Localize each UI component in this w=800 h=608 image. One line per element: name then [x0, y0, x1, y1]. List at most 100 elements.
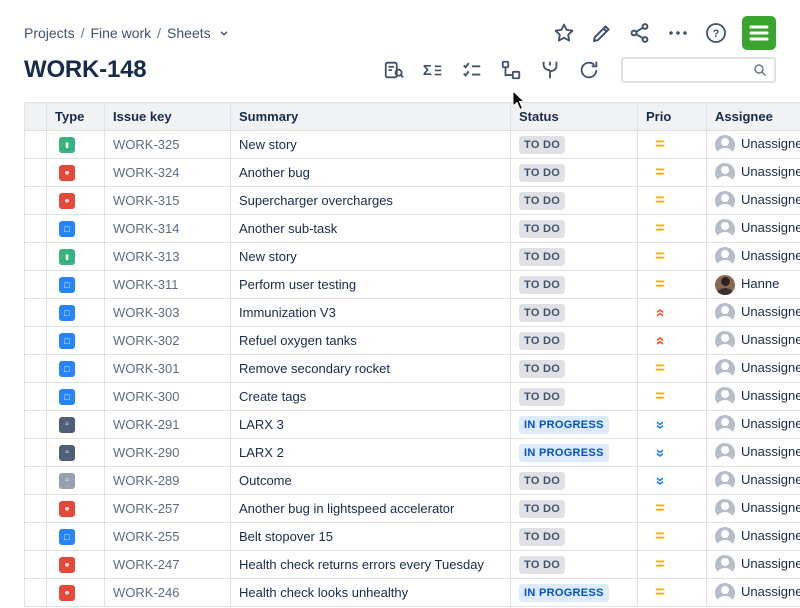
priority-icon[interactable]: [652, 193, 668, 209]
issue-key[interactable]: WORK-325: [105, 131, 231, 159]
status-badge[interactable]: TO DO: [519, 276, 565, 294]
issue-key[interactable]: WORK-313: [105, 243, 231, 271]
issue-key[interactable]: WORK-255: [105, 523, 231, 551]
help-icon[interactable]: ?: [704, 21, 728, 45]
issue-key[interactable]: WORK-324: [105, 159, 231, 187]
priority-icon[interactable]: [652, 137, 668, 153]
issue-key[interactable]: WORK-303: [105, 299, 231, 327]
table-row[interactable]: WORK-315 Supercharger overcharges TO DO …: [25, 187, 800, 215]
issue-key[interactable]: WORK-291: [105, 411, 231, 439]
refresh-icon[interactable]: [578, 59, 600, 81]
table-row[interactable]: WORK-301 Remove secondary rocket TO DO U…: [25, 355, 800, 383]
issue-key[interactable]: WORK-311: [105, 271, 231, 299]
issue-summary[interactable]: Health check looks unhealthy: [231, 579, 511, 607]
status-badge[interactable]: TO DO: [519, 304, 565, 322]
issue-summary[interactable]: LARX 3: [231, 411, 511, 439]
priority-icon[interactable]: [652, 585, 668, 601]
priority-icon[interactable]: [652, 165, 668, 181]
status-badge[interactable]: IN PROGRESS: [519, 444, 609, 462]
table-row[interactable]: WORK-291 LARX 3 IN PROGRESS Unassigned: [25, 411, 800, 439]
priority-icon[interactable]: [652, 445, 668, 461]
chevron-down-icon[interactable]: [217, 26, 231, 40]
priority-icon[interactable]: [652, 417, 668, 433]
status-badge[interactable]: TO DO: [519, 192, 565, 210]
issue-summary[interactable]: Refuel oxygen tanks: [231, 327, 511, 355]
priority-icon[interactable]: [652, 557, 668, 573]
status-badge[interactable]: TO DO: [519, 500, 565, 518]
issue-summary[interactable]: Belt stopover 15: [231, 523, 511, 551]
issue-key[interactable]: WORK-247: [105, 551, 231, 579]
hierarchy-icon[interactable]: [500, 59, 522, 81]
table-row[interactable]: WORK-300 Create tags TO DO Unassigned: [25, 383, 800, 411]
table-row[interactable]: WORK-324 Another bug TO DO Unassigned: [25, 159, 800, 187]
table-row[interactable]: WORK-311 Perform user testing TO DO Hann…: [25, 271, 800, 299]
issue-key[interactable]: WORK-257: [105, 495, 231, 523]
issue-key[interactable]: WORK-289: [105, 467, 231, 495]
issue-summary[interactable]: Another bug in lightspeed accelerator: [231, 495, 511, 523]
priority-icon[interactable]: [652, 389, 668, 405]
issue-summary[interactable]: Perform user testing: [231, 271, 511, 299]
table-row[interactable]: WORK-247 Health check returns errors eve…: [25, 551, 800, 579]
status-badge[interactable]: TO DO: [519, 136, 565, 154]
issue-summary[interactable]: Outcome: [231, 467, 511, 495]
priority-icon[interactable]: [652, 305, 668, 321]
column-header-assignee[interactable]: Assignee: [707, 103, 800, 131]
priority-icon[interactable]: [652, 501, 668, 517]
status-badge[interactable]: TO DO: [519, 388, 565, 406]
status-badge[interactable]: TO DO: [519, 556, 565, 574]
status-badge[interactable]: TO DO: [519, 248, 565, 266]
issue-summary[interactable]: Health check returns errors every Tuesda…: [231, 551, 511, 579]
table-row[interactable]: WORK-255 Belt stopover 15 TO DO Unassign…: [25, 523, 800, 551]
table-row[interactable]: WORK-325 New story TO DO Unassigned: [25, 131, 800, 159]
merge-icon[interactable]: [539, 59, 561, 81]
status-badge[interactable]: TO DO: [519, 528, 565, 546]
issue-summary[interactable]: New story: [231, 243, 511, 271]
issue-summary[interactable]: Supercharger overcharges: [231, 187, 511, 215]
issue-key[interactable]: WORK-315: [105, 187, 231, 215]
status-badge[interactable]: TO DO: [519, 220, 565, 238]
issue-key[interactable]: WORK-302: [105, 327, 231, 355]
share-icon[interactable]: [628, 21, 652, 45]
table-row[interactable]: WORK-303 Immunization V3 TO DO Unassigne…: [25, 299, 800, 327]
priority-icon[interactable]: [652, 333, 668, 349]
priority-icon[interactable]: [652, 529, 668, 545]
table-row[interactable]: WORK-246 Health check looks unhealthy IN…: [25, 579, 800, 607]
column-header-prio[interactable]: Prio: [638, 103, 707, 131]
edit-icon[interactable]: [590, 21, 614, 45]
status-badge[interactable]: IN PROGRESS: [519, 416, 609, 434]
table-row[interactable]: WORK-313 New story TO DO Unassigned: [25, 243, 800, 271]
column-header-status[interactable]: Status: [511, 103, 638, 131]
table-row[interactable]: WORK-289 Outcome TO DO Unassigned: [25, 467, 800, 495]
priority-icon[interactable]: [652, 361, 668, 377]
more-icon[interactable]: [666, 21, 690, 45]
column-header-summary[interactable]: Summary: [231, 103, 511, 131]
table-row[interactable]: WORK-257 Another bug in lightspeed accel…: [25, 495, 800, 523]
issue-key[interactable]: WORK-314: [105, 215, 231, 243]
issue-summary[interactable]: Another sub-task: [231, 215, 511, 243]
issue-key[interactable]: WORK-246: [105, 579, 231, 607]
issue-key[interactable]: WORK-300: [105, 383, 231, 411]
status-badge[interactable]: TO DO: [519, 472, 565, 490]
table-row[interactable]: WORK-302 Refuel oxygen tanks TO DO Unass…: [25, 327, 800, 355]
status-badge[interactable]: TO DO: [519, 360, 565, 378]
status-badge[interactable]: IN PROGRESS: [519, 584, 609, 602]
detail-view-icon[interactable]: [383, 59, 405, 81]
column-header-issue-key[interactable]: Issue key: [105, 103, 231, 131]
column-header-type[interactable]: Type: [47, 103, 105, 131]
priority-icon[interactable]: [652, 277, 668, 293]
issue-summary[interactable]: New story: [231, 131, 511, 159]
priority-icon[interactable]: [652, 249, 668, 265]
breadcrumb-fine-work[interactable]: Fine work: [90, 25, 151, 41]
table-row[interactable]: WORK-290 LARX 2 IN PROGRESS Unassigned: [25, 439, 800, 467]
app-logo[interactable]: [742, 16, 776, 50]
issue-summary[interactable]: LARX 2: [231, 439, 511, 467]
issue-summary[interactable]: Create tags: [231, 383, 511, 411]
checklist-icon[interactable]: [461, 59, 483, 81]
table-row[interactable]: WORK-314 Another sub-task TO DO Unassign…: [25, 215, 800, 243]
priority-icon[interactable]: [652, 473, 668, 489]
breadcrumb-projects[interactable]: Projects: [24, 25, 75, 41]
status-badge[interactable]: TO DO: [519, 164, 565, 182]
search-input[interactable]: [629, 62, 752, 79]
priority-icon[interactable]: [652, 221, 668, 237]
issue-key[interactable]: WORK-290: [105, 439, 231, 467]
